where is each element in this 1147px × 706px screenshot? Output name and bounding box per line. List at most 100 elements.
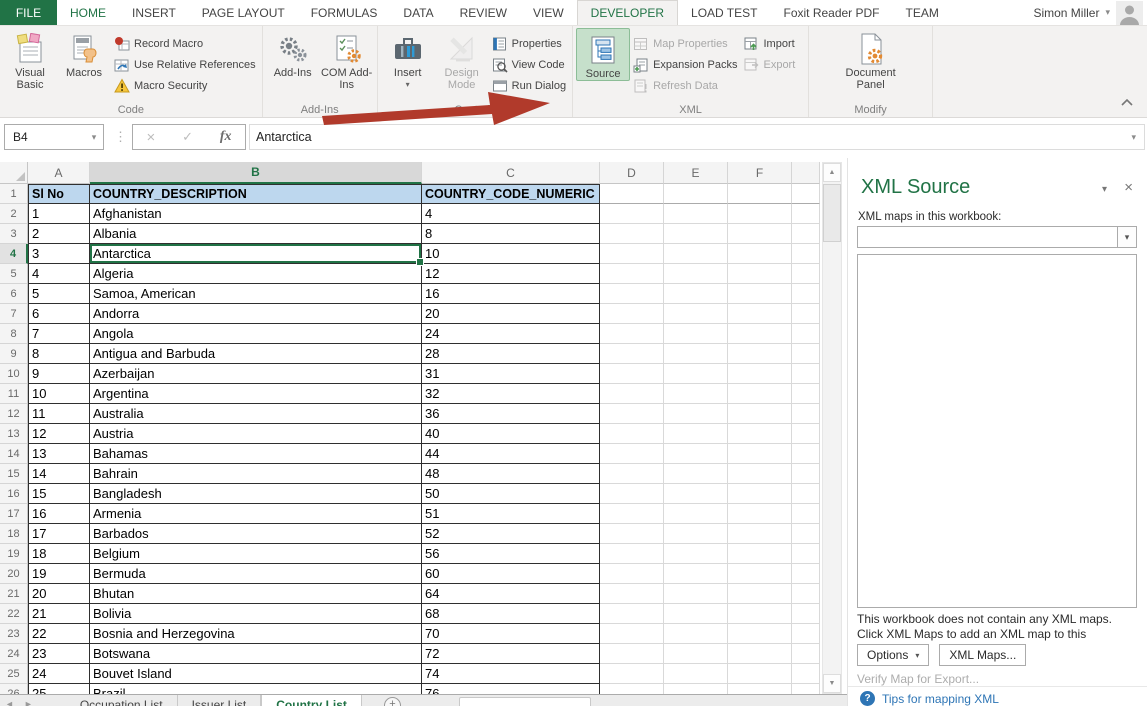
cell-E18[interactable] bbox=[664, 524, 728, 544]
cell-A2[interactable]: 1 bbox=[28, 204, 90, 224]
macros-button[interactable]: Macros bbox=[57, 28, 111, 79]
row-header-6[interactable]: 6 bbox=[0, 284, 28, 304]
column-header-f[interactable]: F bbox=[728, 162, 792, 184]
sheet-nav-left-icon[interactable]: ◄ bbox=[0, 695, 19, 706]
row-header-23[interactable]: 23 bbox=[0, 624, 28, 644]
cell-G10[interactable] bbox=[792, 364, 820, 384]
cell-F22[interactable] bbox=[728, 604, 792, 624]
xml-maps-dropdown-icon[interactable]: ▾ bbox=[1117, 227, 1136, 247]
expansion-packs-button[interactable]: Expansion Packs bbox=[630, 54, 740, 75]
cell-C1[interactable]: COUNTRY_CODE_NUMERIC bbox=[422, 184, 600, 204]
close-icon[interactable]: × bbox=[1124, 180, 1133, 195]
cell-C13[interactable]: 40 bbox=[422, 424, 600, 444]
cell-B15[interactable]: Bahrain bbox=[90, 464, 422, 484]
cell-B14[interactable]: Bahamas bbox=[90, 444, 422, 464]
cell-D5[interactable] bbox=[600, 264, 664, 284]
cell-C14[interactable]: 44 bbox=[422, 444, 600, 464]
column-header-b[interactable]: B bbox=[90, 162, 422, 184]
cell-C17[interactable]: 51 bbox=[422, 504, 600, 524]
row-header-18[interactable]: 18 bbox=[0, 524, 28, 544]
cell-G8[interactable] bbox=[792, 324, 820, 344]
cell-D14[interactable] bbox=[600, 444, 664, 464]
cell-E16[interactable] bbox=[664, 484, 728, 504]
cell-E23[interactable] bbox=[664, 624, 728, 644]
cell-E1[interactable] bbox=[664, 184, 728, 204]
horizontal-scrollbar[interactable] bbox=[459, 697, 591, 706]
cell-D22[interactable] bbox=[600, 604, 664, 624]
cell-A12[interactable]: 11 bbox=[28, 404, 90, 424]
column-header-e[interactable]: E bbox=[664, 162, 728, 184]
cell-B3[interactable]: Albania bbox=[90, 224, 422, 244]
cell-A7[interactable]: 6 bbox=[28, 304, 90, 324]
cell-D16[interactable] bbox=[600, 484, 664, 504]
cell-C4[interactable]: 10 bbox=[422, 244, 600, 264]
row-header-1[interactable]: 1 bbox=[0, 184, 28, 204]
cell-A25[interactable]: 24 bbox=[28, 664, 90, 684]
cell-B8[interactable]: Angola bbox=[90, 324, 422, 344]
export-button[interactable]: Export bbox=[740, 54, 798, 75]
cell-G11[interactable] bbox=[792, 384, 820, 404]
name-box-dropdown-icon[interactable]: ▾ bbox=[85, 125, 103, 149]
cell-E25[interactable] bbox=[664, 664, 728, 684]
cell-F15[interactable] bbox=[728, 464, 792, 484]
tips-row[interactable]: ? Tips for mapping XML bbox=[860, 691, 999, 706]
cell-C6[interactable]: 16 bbox=[422, 284, 600, 304]
cell-C10[interactable]: 31 bbox=[422, 364, 600, 384]
cell-B11[interactable]: Argentina bbox=[90, 384, 422, 404]
cell-G14[interactable] bbox=[792, 444, 820, 464]
cell-D26[interactable] bbox=[600, 684, 664, 694]
cell-B22[interactable]: Bolivia bbox=[90, 604, 422, 624]
cell-C15[interactable]: 48 bbox=[422, 464, 600, 484]
cell-G13[interactable] bbox=[792, 424, 820, 444]
cell-D9[interactable] bbox=[600, 344, 664, 364]
cell-B25[interactable]: Bouvet Island bbox=[90, 664, 422, 684]
properties-button[interactable]: Properties bbox=[489, 33, 569, 54]
cell-B9[interactable]: Antigua and Barbuda bbox=[90, 344, 422, 364]
cell-E9[interactable] bbox=[664, 344, 728, 364]
cell-A17[interactable]: 16 bbox=[28, 504, 90, 524]
macro-security-button[interactable]: Macro Security bbox=[111, 75, 259, 96]
cell-G18[interactable] bbox=[792, 524, 820, 544]
cell-F20[interactable] bbox=[728, 564, 792, 584]
cell-A22[interactable]: 21 bbox=[28, 604, 90, 624]
cell-A6[interactable]: 5 bbox=[28, 284, 90, 304]
cell-F11[interactable] bbox=[728, 384, 792, 404]
cell-B5[interactable]: Algeria bbox=[90, 264, 422, 284]
cell-E20[interactable] bbox=[664, 564, 728, 584]
scroll-up-icon[interactable]: ▲ bbox=[823, 163, 841, 182]
cell-F24[interactable] bbox=[728, 644, 792, 664]
sheet-tab-country-list[interactable]: Country List bbox=[261, 695, 362, 706]
cell-E10[interactable] bbox=[664, 364, 728, 384]
cell-E6[interactable] bbox=[664, 284, 728, 304]
cell-E24[interactable] bbox=[664, 644, 728, 664]
row-header-15[interactable]: 15 bbox=[0, 464, 28, 484]
row-header-4[interactable]: 4 bbox=[0, 244, 28, 264]
use-relative-references-button[interactable]: Use Relative References bbox=[111, 54, 259, 75]
cell-G9[interactable] bbox=[792, 344, 820, 364]
column-header-a[interactable]: A bbox=[28, 162, 90, 184]
cell-E12[interactable] bbox=[664, 404, 728, 424]
cell-F13[interactable] bbox=[728, 424, 792, 444]
cell-B21[interactable]: Bhutan bbox=[90, 584, 422, 604]
tab-formulas[interactable]: FORMULAS bbox=[298, 0, 391, 25]
cell-C2[interactable]: 4 bbox=[422, 204, 600, 224]
cell-D3[interactable] bbox=[600, 224, 664, 244]
design-mode-button[interactable]: Design Mode bbox=[435, 28, 489, 91]
row-header-17[interactable]: 17 bbox=[0, 504, 28, 524]
cell-C21[interactable]: 64 bbox=[422, 584, 600, 604]
cell-C8[interactable]: 24 bbox=[422, 324, 600, 344]
cell-G20[interactable] bbox=[792, 564, 820, 584]
cell-E13[interactable] bbox=[664, 424, 728, 444]
cell-A26[interactable]: 25 bbox=[28, 684, 90, 694]
tab-page-layout[interactable]: PAGE LAYOUT bbox=[189, 0, 298, 25]
cell-C25[interactable]: 74 bbox=[422, 664, 600, 684]
avatar-icon[interactable] bbox=[1116, 1, 1143, 25]
cell-F14[interactable] bbox=[728, 444, 792, 464]
cancel-icon[interactable]: × bbox=[146, 129, 155, 146]
cell-G17[interactable] bbox=[792, 504, 820, 524]
cell-B17[interactable]: Armenia bbox=[90, 504, 422, 524]
xml-maps-button[interactable]: XML Maps... bbox=[939, 644, 1026, 666]
cell-D1[interactable] bbox=[600, 184, 664, 204]
cell-G3[interactable] bbox=[792, 224, 820, 244]
cell-A9[interactable]: 8 bbox=[28, 344, 90, 364]
